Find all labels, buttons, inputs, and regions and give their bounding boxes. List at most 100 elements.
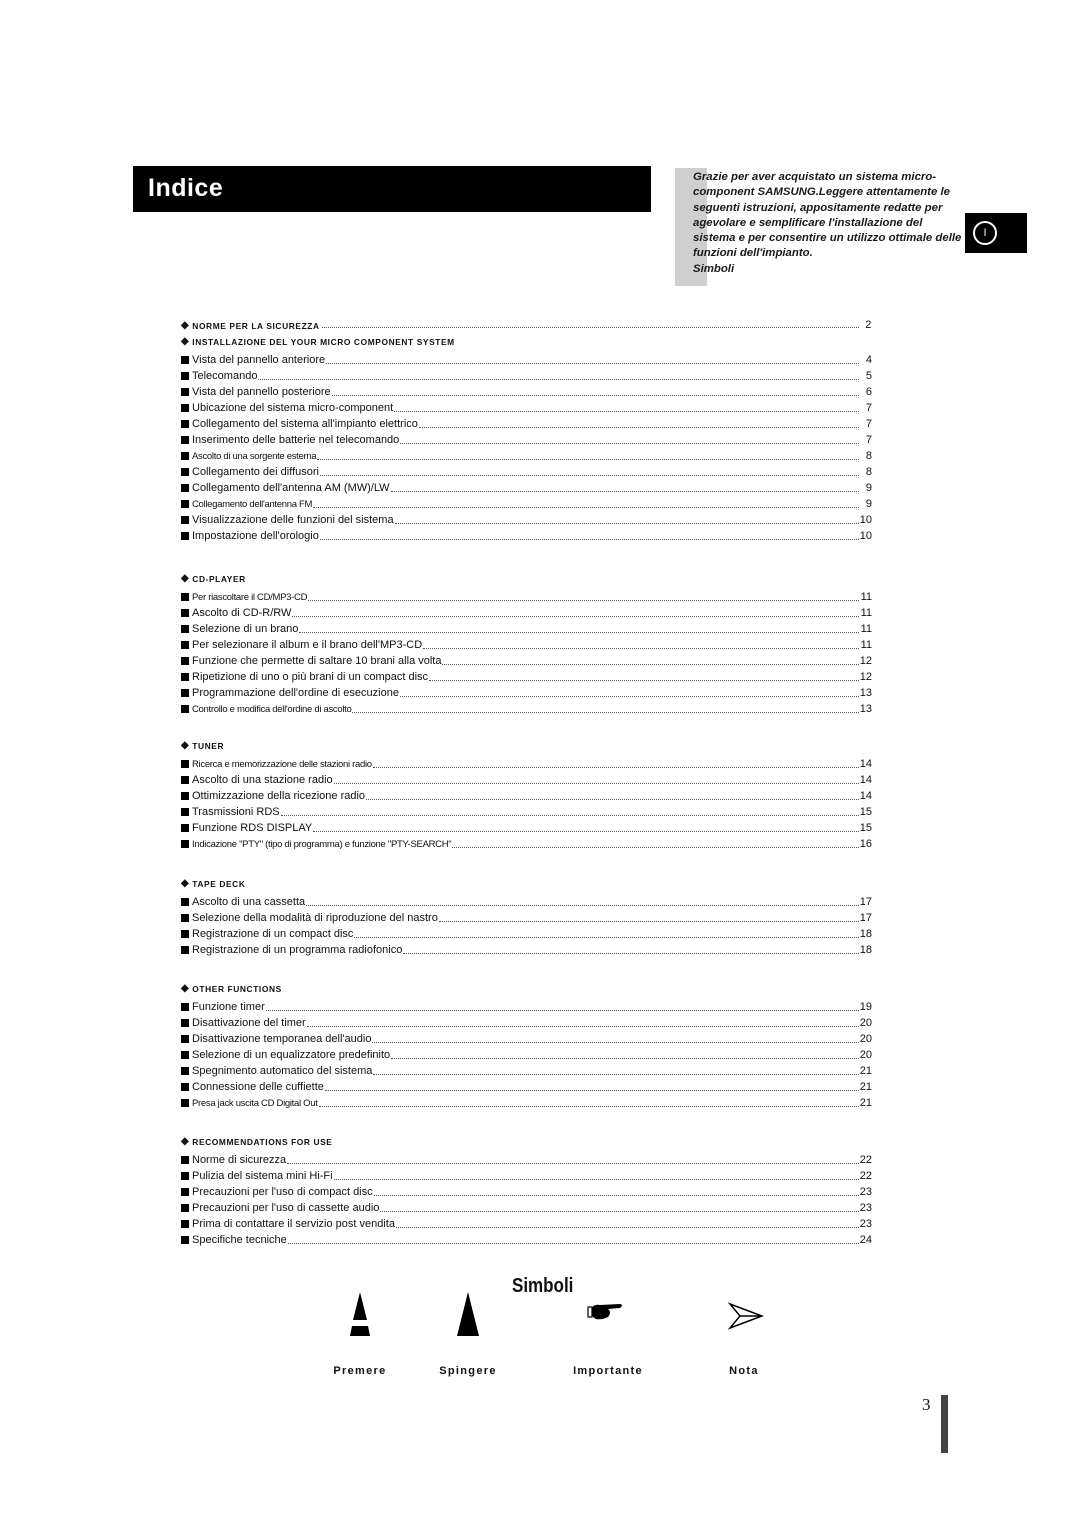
- square-bullet-icon: [181, 625, 189, 633]
- entry-page: 15: [859, 822, 872, 834]
- language-tab-label: I: [973, 221, 997, 245]
- toc-entry[interactable]: Inserimento delle batterie nel telecoman…: [181, 431, 872, 447]
- toc-section-header[interactable]: ◆ Recommendations for Use: [181, 1133, 333, 1147]
- toc-entry[interactable]: Funzione che permette di saltare 10 bran…: [181, 652, 872, 668]
- toc-entry[interactable]: Ricerca e memorizzazione delle stazioni …: [181, 755, 872, 771]
- leader-dots: [308, 599, 859, 601]
- toc-section-header[interactable]: ◆ Tuner: [181, 737, 224, 751]
- toc-entry[interactable]: Specifiche tecniche 24: [181, 1231, 872, 1247]
- symbol-label: Premere: [333, 1365, 387, 1377]
- toc-entry[interactable]: Selezione di un equalizzatore predefinit…: [181, 1046, 872, 1062]
- entry-label: Controllo e modifica dell'ordine di asco…: [192, 704, 352, 715]
- leader-dots: [366, 798, 859, 800]
- entry-page: 17: [859, 896, 872, 908]
- entry-page: 10: [859, 514, 872, 526]
- toc-entry[interactable]: Registrazione di un programma radiofonic…: [181, 941, 872, 957]
- leader-dots: [287, 1162, 859, 1164]
- toc-entry[interactable]: Ripetizione di uno o più brani di un com…: [181, 668, 872, 684]
- toc-entry[interactable]: Collegamento dell'antenna FM 9: [181, 495, 872, 511]
- square-bullet-icon: [181, 468, 189, 476]
- toc-entry[interactable]: Collegamento dei diffusori 8: [181, 463, 872, 479]
- entry-page: 14: [859, 758, 872, 770]
- toc-entry[interactable]: Vista del pannello posteriore 6: [181, 383, 872, 399]
- toc-entry[interactable]: Visualizzazione delle funzioni del siste…: [181, 511, 872, 527]
- toc-entry[interactable]: Vista del pannello anteriore 4: [181, 351, 872, 367]
- toc-entry[interactable]: Funzione timer 19: [181, 998, 872, 1014]
- entry-label: Trasmissioni RDS: [192, 806, 280, 818]
- entry-page: 5: [865, 370, 872, 382]
- leader-dots: [265, 1009, 859, 1011]
- square-bullet-icon: [181, 898, 189, 906]
- square-bullet-icon: [181, 1083, 189, 1091]
- square-bullet-icon: [181, 689, 189, 697]
- toc-entry[interactable]: Spegnimento automatico del sistema 21: [181, 1062, 872, 1078]
- leader-dots: [380, 1210, 859, 1212]
- square-bullet-icon: [181, 673, 189, 681]
- toc-entry[interactable]: Per riascoltare il CD/MP3-CD 11: [181, 588, 872, 604]
- toc-entry[interactable]: Ascolto di una cassetta 17: [181, 893, 872, 909]
- entry-label: Collegamento dell'antenna AM (MW)/LW: [192, 482, 390, 494]
- toc-entry[interactable]: Selezione di un brano 11: [181, 620, 872, 636]
- square-bullet-icon: [181, 705, 189, 713]
- leader-dots: [299, 631, 859, 633]
- entry-page: 7: [865, 434, 872, 446]
- toc-entry[interactable]: Disattivazione temporanea dell'audio 20: [181, 1030, 872, 1046]
- toc-entry[interactable]: Collegamento del sistema all'impianto el…: [181, 415, 872, 431]
- leader-dots: [390, 490, 859, 492]
- toc-entry[interactable]: Ascolto di una sorgente esterna 8: [181, 447, 872, 463]
- leader-dots: [318, 1105, 859, 1107]
- page-number: 3: [922, 1395, 931, 1414]
- toc-section-header[interactable]: ◆ Norme per la sicurezza 2: [181, 317, 872, 331]
- toc-entry[interactable]: Precauzioni per l'uso di compact disc 23: [181, 1183, 872, 1199]
- toc-entry[interactable]: Connessione delle cuffiette 21: [181, 1078, 872, 1094]
- toc-entry[interactable]: Ascolto di CD-R/RW 11: [181, 604, 872, 620]
- entry-label: Precauzioni per l'uso di cassette audio: [192, 1202, 380, 1214]
- toc-entry[interactable]: Per selezionare il album e il brano dell…: [181, 636, 872, 652]
- entry-label: Connessione delle cuffiette: [192, 1081, 324, 1093]
- toc-entry[interactable]: Funzione RDS DISPLAY 15: [181, 819, 872, 835]
- toc-entry[interactable]: Prima di contattare il servizio post ven…: [181, 1215, 872, 1231]
- entry-label: Inserimento delle batterie nel telecoman…: [192, 434, 400, 446]
- square-bullet-icon: [181, 1035, 189, 1043]
- toc-section-header[interactable]: ◆ Tape Deck: [181, 875, 245, 889]
- toc-entry[interactable]: Precauzioni per l'uso di cassette audio 2…: [181, 1199, 872, 1215]
- symbol-label: Spingere: [439, 1365, 497, 1377]
- toc-entry[interactable]: Indicazione "PTY" (tipo di programma) e …: [181, 835, 872, 851]
- toc-entry[interactable]: Telecomando 5: [181, 367, 872, 383]
- toc-entry[interactable]: Collegamento dell'antenna AM (MW)/LW 9: [181, 479, 872, 495]
- section-title: CD-Player: [192, 574, 246, 584]
- entry-page: 14: [859, 790, 872, 802]
- entry-label: Disattivazione temporanea dell'audio: [192, 1033, 372, 1045]
- toc-entry[interactable]: Ottimizzazione della ricezione radio 14: [181, 787, 872, 803]
- leader-dots: [442, 663, 859, 665]
- toc-entry[interactable]: Norme di sicurezza 22: [181, 1151, 872, 1167]
- entry-label: Collegamento dei diffusori: [192, 466, 319, 478]
- entry-label: Precauzioni per l'uso di compact disc: [192, 1186, 373, 1198]
- diamond-icon: ◆: [181, 740, 190, 751]
- leader-dots: [373, 1073, 859, 1075]
- symbol-press: Premere: [300, 1290, 420, 1377]
- toc-section-header[interactable]: ◆ Installazione del Your Micro Component …: [181, 333, 455, 347]
- entry-page: 6: [865, 386, 872, 398]
- toc-section-header[interactable]: ◆ Other Functions: [181, 980, 282, 994]
- toc-entry[interactable]: Programmazione dell'ordine di esecuzione…: [181, 684, 872, 700]
- toc-entry[interactable]: Selezione della modalità di riproduzione…: [181, 909, 872, 925]
- entry-label: Funzione RDS DISPLAY: [192, 822, 313, 834]
- toc-entry[interactable]: Registrazione di un compact disc 18: [181, 925, 872, 941]
- section-title: Tape Deck: [192, 879, 246, 889]
- square-bullet-icon: [181, 609, 189, 617]
- toc-entry[interactable]: Presa jack uscita CD Digital Out 21: [181, 1094, 872, 1110]
- toc-entry[interactable]: Controllo e modifica dell'ordine di asco…: [181, 700, 872, 716]
- entry-page: 11: [860, 639, 872, 651]
- toc-entry[interactable]: Pulizia del sistema mini Hi-Fi 22: [181, 1167, 872, 1183]
- toc-entry[interactable]: Ubicazione del sistema micro-component 7: [181, 399, 872, 415]
- diamond-icon: ◆: [181, 983, 190, 994]
- toc-entry[interactable]: Ascolto di una stazione radio 14: [181, 771, 872, 787]
- toc-entry[interactable]: Trasmissioni RDS 15: [181, 803, 872, 819]
- toc-entry[interactable]: Disattivazione del timer 20: [181, 1014, 872, 1030]
- toc-entry[interactable]: Impostazione dell'orologio 10: [181, 527, 872, 543]
- toc-section-header[interactable]: ◆ CD-Player: [181, 570, 246, 584]
- square-bullet-icon: [181, 1003, 189, 1011]
- entry-label: Ripetizione di uno o più brani di un com…: [192, 671, 429, 683]
- entry-label: Selezione di un equalizzatore predefinit…: [192, 1049, 391, 1061]
